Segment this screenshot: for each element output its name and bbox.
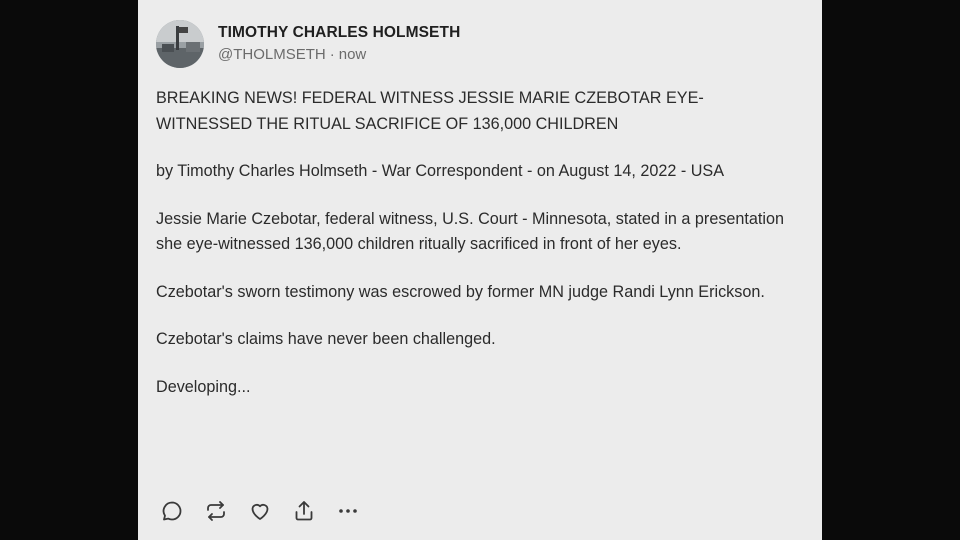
like-button[interactable] <box>246 497 274 525</box>
author-info: TIMOTHY CHARLES HOLMSETH @THOLMSETH · now <box>218 22 460 66</box>
post-paragraph: Developing... <box>156 377 251 396</box>
post-paragraph: Czebotar's sworn testimony was escrowed … <box>156 282 765 301</box>
author-handle[interactable]: @THOLMSETH <box>218 46 326 63</box>
avatar[interactable] <box>156 20 204 68</box>
reply-icon <box>162 501 182 521</box>
avatar-photo-icon <box>156 20 204 68</box>
reply-button[interactable] <box>158 497 186 525</box>
post-body: BREAKING NEWS! FEDERAL WITNESS JESSIE MA… <box>156 86 796 422</box>
heart-icon <box>251 503 269 520</box>
share-button[interactable] <box>290 497 318 525</box>
post-paragraph: Jessie Marie Czebotar, federal witness, … <box>156 209 785 254</box>
post-card: TIMOTHY CHARLES HOLMSETH @THOLMSETH · now … <box>138 0 822 540</box>
post-header: TIMOTHY CHARLES HOLMSETH @THOLMSETH · now <box>156 20 460 68</box>
share-icon <box>295 501 313 521</box>
post-byline: by Timothy Charles Holmseth - War Corres… <box>156 162 725 180</box>
more-button[interactable] <box>334 497 362 525</box>
post-headline: BREAKING NEWS! FEDERAL WITNESS JESSIE MA… <box>156 89 704 133</box>
meta-separator: · <box>329 46 335 63</box>
more-icon <box>339 509 357 513</box>
post-timestamp[interactable]: now <box>339 46 367 63</box>
post-actions <box>158 497 378 525</box>
repost-button[interactable] <box>202 497 230 525</box>
author-meta: @THOLMSETH · now <box>218 44 460 66</box>
repost-icon <box>207 501 225 521</box>
post-paragraph: Czebotar's claims have never been challe… <box>156 330 496 348</box>
video-frame: TIMOTHY CHARLES HOLMSETH @THOLMSETH · now … <box>0 0 960 540</box>
author-display-name[interactable]: TIMOTHY CHARLES HOLMSETH <box>218 22 460 44</box>
